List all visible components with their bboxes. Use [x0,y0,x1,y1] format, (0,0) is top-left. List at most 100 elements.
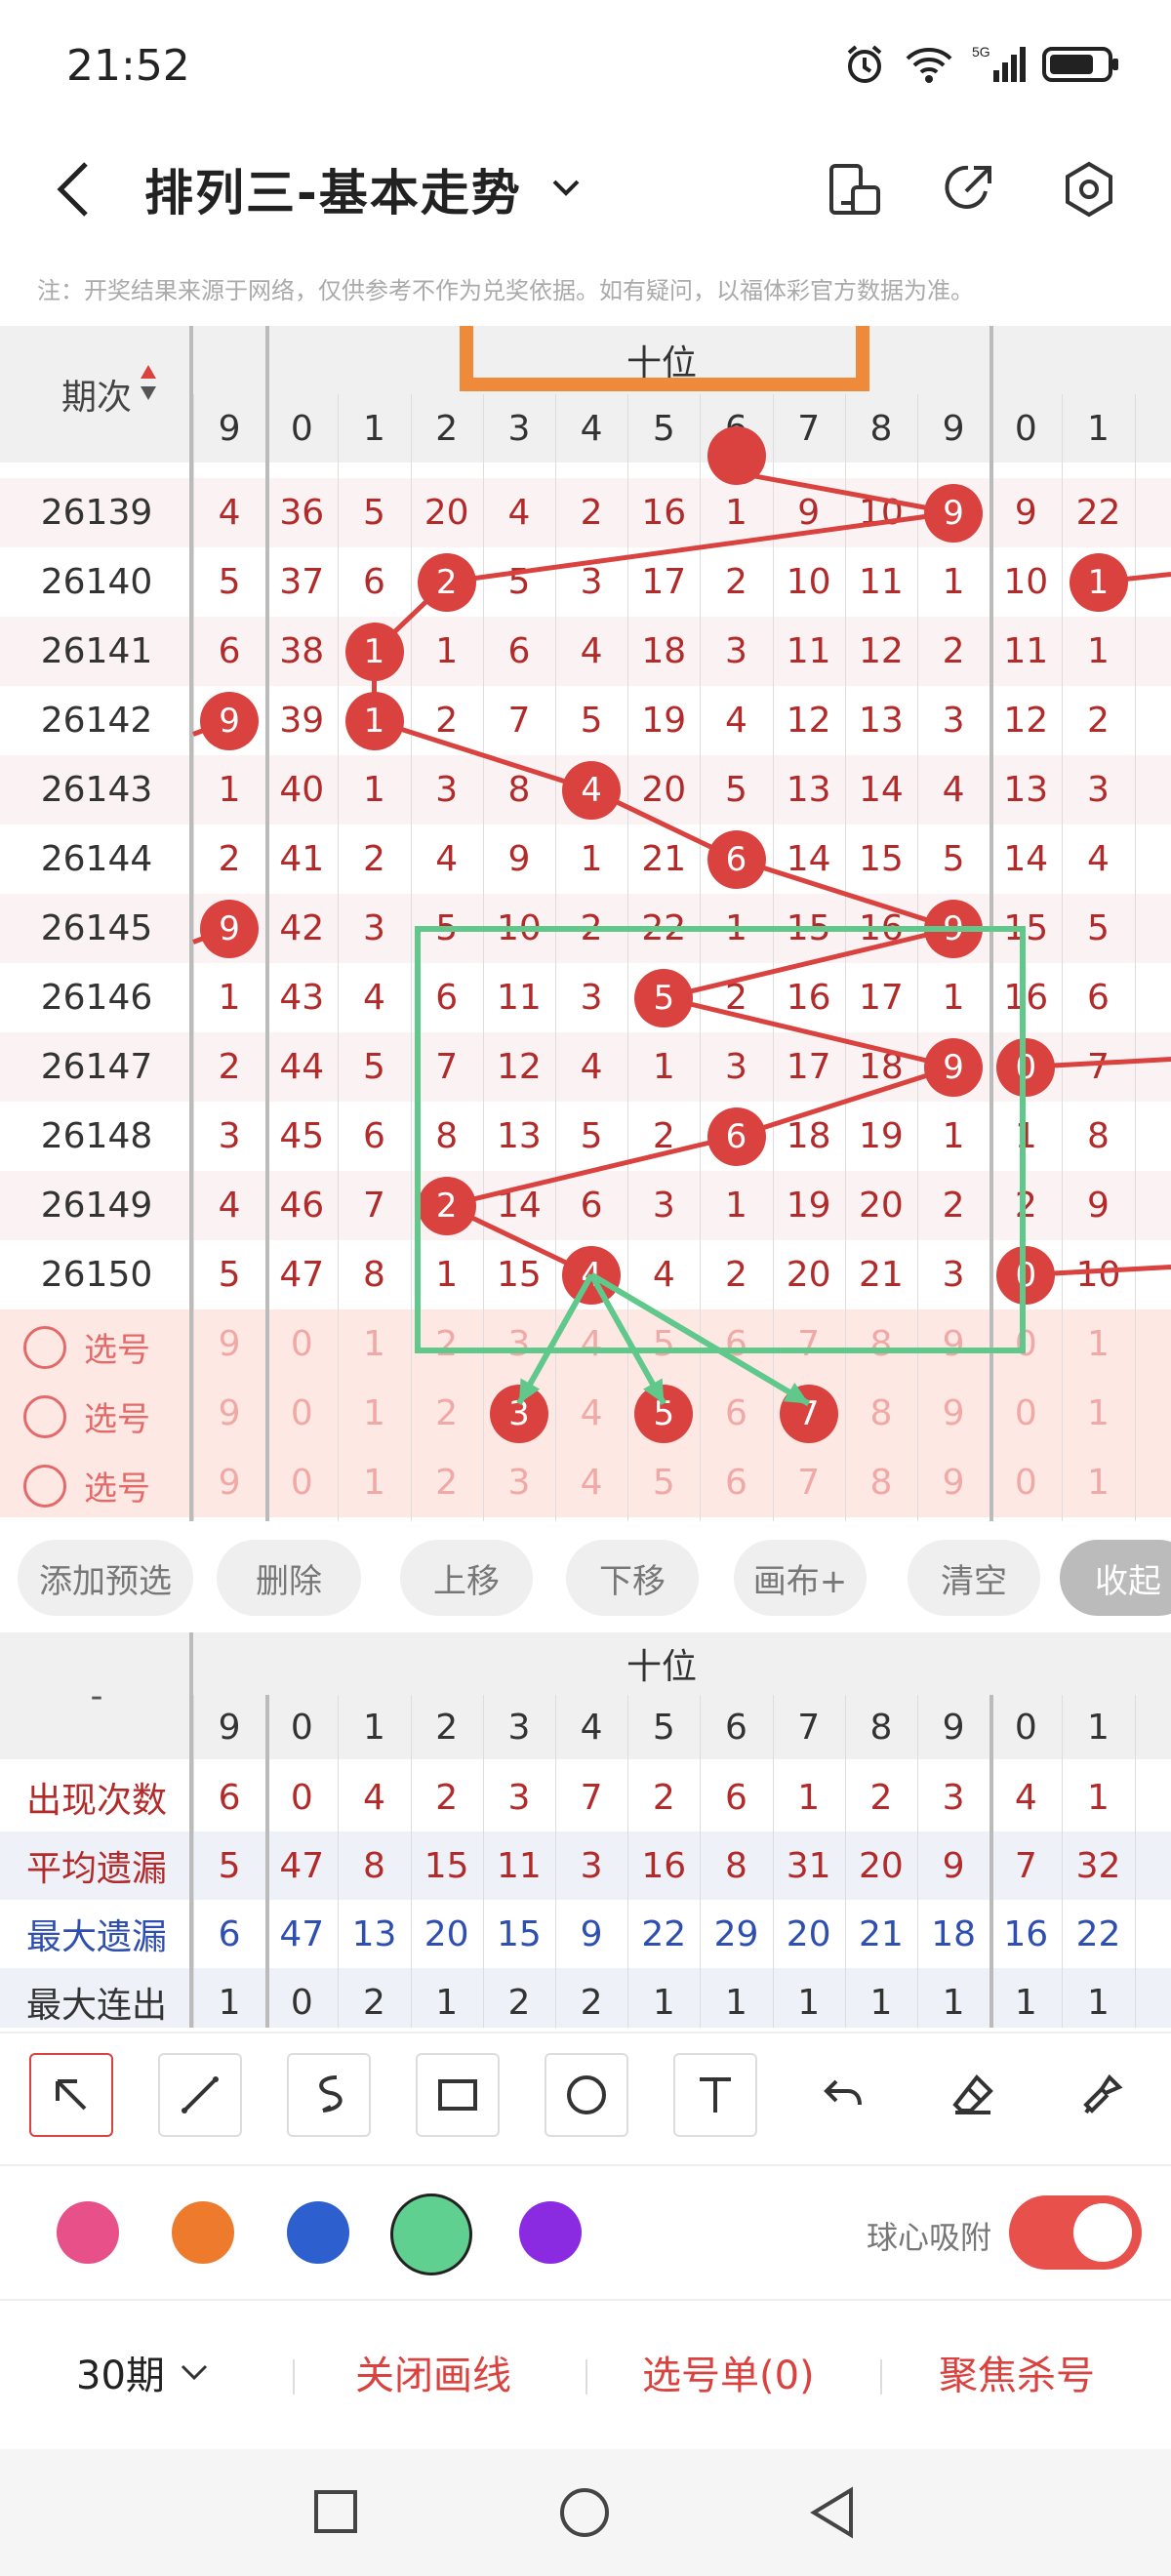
selected-ball[interactable]: 5 [634,1384,694,1443]
miss-value: 11 [858,562,904,602]
select-number[interactable]: 5 [627,1448,700,1517]
sort-icon[interactable] [139,361,158,404]
action-button[interactable]: 下移 [566,1540,699,1616]
select-number[interactable]: 4 [555,1309,627,1379]
select-number[interactable]: 1 [338,1448,410,1517]
select-number[interactable]: 0 [265,1379,338,1448]
select-toggle[interactable]: 选号 [23,1392,150,1440]
select-number[interactable]: 8 [845,1309,917,1379]
winning-ball[interactable]: 1 [1069,552,1128,612]
winning-ball[interactable]: 0 [996,1245,1056,1305]
color-swatch[interactable] [519,2201,582,2264]
close-draw-button[interactable]: 关闭画线 [355,2344,511,2400]
select-number[interactable]: 0 [989,1379,1062,1448]
winning-ball[interactable]: 9 [200,899,260,958]
select-number[interactable]: 9 [193,1379,265,1448]
select-number[interactable]: 6 [700,1309,772,1379]
select-number[interactable]: 5 [627,1309,700,1379]
undo-icon[interactable] [802,2053,886,2137]
focus-kill-button[interactable]: 聚焦杀号 [939,2344,1095,2400]
eraser-icon[interactable] [931,2053,1015,2137]
select-number[interactable]: 8 [845,1379,917,1448]
select-number[interactable]: 4 [555,1448,627,1517]
selected-ball[interactable]: 7 [779,1384,838,1443]
color-swatch[interactable] [390,2194,472,2275]
selection-list-button[interactable]: 选号单(0) [642,2344,815,2400]
color-swatch[interactable] [287,2201,349,2264]
select-number[interactable]: 0 [265,1448,338,1517]
select-number[interactable]: 9 [917,1448,989,1517]
select-number[interactable]: 7 [773,1448,845,1517]
settings-icon[interactable] [1058,158,1120,221]
select-number[interactable]: 1 [338,1309,410,1379]
chevron-down-icon[interactable] [546,168,586,207]
winning-ball[interactable]: 6 [707,829,766,889]
color-swatch[interactable] [172,2201,234,2264]
select-number[interactable]: 0 [989,1448,1062,1517]
text-tool-icon[interactable] [673,2053,757,2137]
snap-toggle[interactable] [1009,2195,1142,2270]
action-button[interactable]: 删除 [217,1540,361,1616]
select-number[interactable]: 1 [338,1379,410,1448]
winning-ball[interactable]: 1 [344,691,404,750]
screen-rotate-icon[interactable] [822,158,884,221]
winning-ball[interactable]: 1 [344,622,404,681]
page-title[interactable]: 排列三-基本走势 [144,154,522,224]
collapse-button[interactable]: 收起 [1060,1540,1171,1616]
winning-ball[interactable]: 2 [417,1176,476,1235]
rectangle-tool-icon[interactable] [416,2053,500,2137]
miss-value: 7 [507,701,531,741]
action-button[interactable]: 上移 [400,1540,533,1616]
select-number[interactable]: 6 [700,1379,772,1448]
select-number[interactable]: 9 [193,1448,265,1517]
select-number[interactable]: 0 [265,1309,338,1379]
winning-ball[interactable]: 5 [634,968,694,1027]
select-number[interactable]: 1 [1062,1379,1134,1448]
select-number[interactable]: 9 [917,1309,989,1379]
arrow-tool-icon[interactable] [29,2053,113,2137]
winning-ball[interactable]: 2 [417,552,476,612]
select-number[interactable]: 2 [411,1309,483,1379]
action-button[interactable]: 清空 [908,1540,1040,1616]
select-toggle[interactable]: 选号 [23,1323,150,1371]
period-header[interactable]: 期次 [0,326,193,463]
column-line [1134,394,1136,1521]
home-icon[interactable] [558,2486,611,2539]
winning-ball[interactable]: 0 [996,1037,1056,1097]
winning-ball[interactable]: 9 [924,899,984,958]
action-button[interactable]: 画布+ [734,1540,867,1616]
select-number[interactable]: 8 [845,1448,917,1517]
selected-ball[interactable]: 3 [489,1384,548,1443]
select-number[interactable]: 6 [700,1448,772,1517]
back-icon[interactable] [808,2486,857,2539]
action-button[interactable]: 添加预选 [18,1540,193,1616]
back-arrow-icon[interactable] [47,158,105,221]
select-number[interactable]: 2 [411,1379,483,1448]
brush-icon[interactable] [1060,2053,1144,2137]
circle-tool-icon[interactable] [545,2053,628,2137]
select-number[interactable]: 9 [917,1379,989,1448]
select-number[interactable]: 3 [483,1448,555,1517]
freehand-tool-icon[interactable] [287,2053,371,2137]
select-number[interactable]: 7 [773,1309,845,1379]
select-number[interactable]: 2 [411,1448,483,1517]
winning-ball[interactable]: 9 [200,691,260,750]
winning-ball[interactable]: 9 [924,1037,984,1097]
winning-ball[interactable]: 4 [562,1245,622,1305]
select-number[interactable]: 3 [483,1309,555,1379]
periods-select[interactable]: 30期 [76,2344,214,2400]
select-number[interactable]: 4 [555,1379,627,1448]
select-number[interactable]: 0 [989,1309,1062,1379]
miss-value: 7 [435,1047,459,1087]
winning-ball[interactable]: 4 [562,760,622,820]
line-tool-icon[interactable] [158,2053,242,2137]
recent-apps-icon[interactable] [312,2488,359,2535]
select-number[interactable]: 1 [1062,1448,1134,1517]
winning-ball[interactable]: 6 [707,1107,766,1166]
select-number[interactable]: 9 [193,1309,265,1379]
select-number[interactable]: 1 [1062,1309,1134,1379]
winning-ball[interactable]: 9 [924,483,984,543]
select-toggle[interactable]: 选号 [23,1462,150,1509]
color-swatch[interactable] [57,2201,119,2264]
share-icon[interactable] [937,158,999,221]
